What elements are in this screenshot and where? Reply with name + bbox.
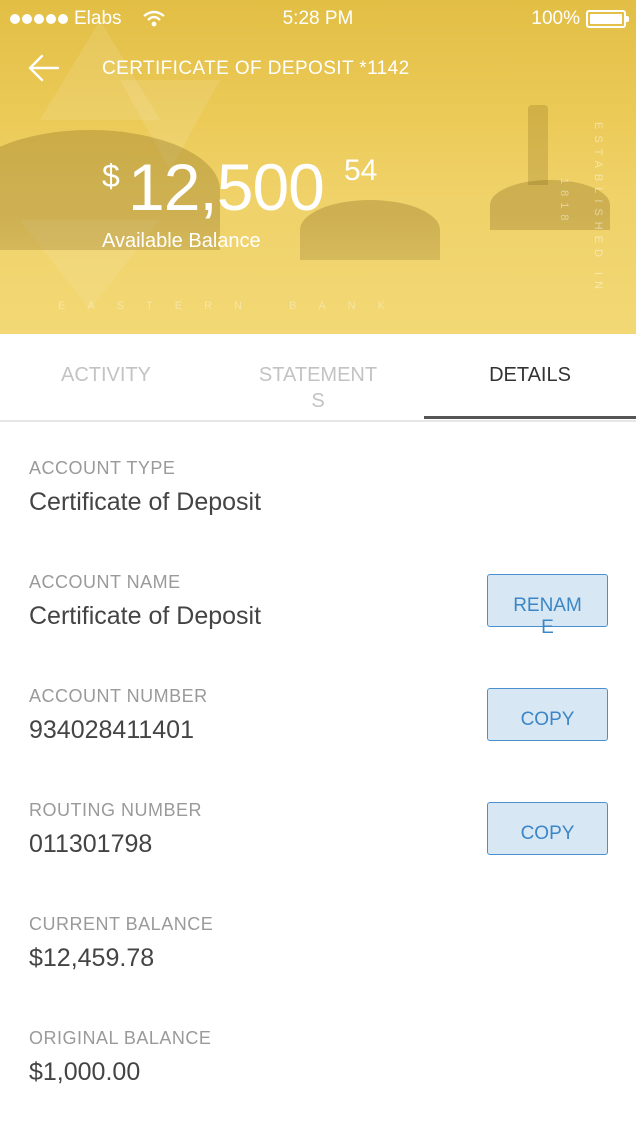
balance-label: Available Balance [102, 230, 261, 252]
detail-label: ACCOUNT NAME [29, 572, 181, 592]
account-details-list: ACCOUNT TYPE Certificate of Deposit ACCO… [0, 422, 636, 1106]
active-tab-indicator [424, 416, 636, 419]
detail-value: Certificate of Deposit [29, 488, 262, 516]
detail-row-account-type: ACCOUNT TYPE Certificate of Deposit [0, 422, 636, 536]
detail-value: Certificate of Deposit [29, 602, 262, 630]
tab-details[interactable]: DETAILS [424, 362, 636, 388]
detail-row-account-number: ACCOUNT NUMBER 934028411401 COPY [0, 650, 636, 764]
bank-watermark: EASTERN BANK [58, 300, 407, 312]
tab-activity[interactable]: ACTIVITY [0, 362, 212, 388]
rename-button-label: RENAME [513, 595, 582, 638]
detail-value: 934028411401 [29, 716, 194, 744]
copy-account-number-button[interactable]: COPY [487, 688, 608, 741]
battery-percent: 100% [531, 8, 580, 29]
detail-value: 011301798 [29, 830, 153, 858]
decor-haze [0, 214, 636, 334]
detail-row-original-balance: ORIGINAL BALANCE $1,000.00 [0, 992, 636, 1106]
balance-cents: 54 [344, 154, 378, 187]
tab-label: STATEMENTS [258, 364, 378, 412]
detail-label: CURRENT BALANCE [29, 914, 214, 934]
copy-button-label: COPY [520, 823, 575, 844]
back-arrow-icon[interactable] [26, 50, 62, 86]
established-text: ESTABLISHED IN [592, 122, 604, 296]
detail-row-account-name: ACCOUNT NAME Certificate of Deposit RENA… [0, 536, 636, 650]
established-year: 1818 [558, 178, 570, 227]
copy-button-label: COPY [520, 709, 575, 730]
detail-value: $1,000.00 [29, 1058, 141, 1086]
detail-label: ORIGINAL BALANCE [29, 1028, 212, 1048]
tab-statements[interactable]: STATEMENTS [212, 362, 424, 414]
detail-label: ROUTING NUMBER [29, 800, 202, 820]
detail-row-routing-number: ROUTING NUMBER 011301798 COPY [0, 764, 636, 878]
tab-label: ACTIVITY [60, 364, 151, 386]
detail-row-current-balance: CURRENT BALANCE $12,459.78 [0, 878, 636, 992]
rename-button[interactable]: RENAME [487, 574, 608, 638]
detail-label: ACCOUNT TYPE [29, 458, 176, 478]
copy-routing-number-button[interactable]: COPY [487, 802, 608, 855]
balance-currency: $ [102, 158, 120, 194]
detail-label: ACCOUNT NUMBER [29, 686, 208, 706]
page-title: CERTIFICATE OF DEPOSIT *1142 [102, 58, 410, 79]
tab-label: DETAILS [489, 364, 571, 386]
account-header: Elabs 5:28 PM 100% CERTIFICATE OF DEPOSI… [0, 0, 636, 334]
lighthouse-icon [528, 105, 548, 185]
detail-value: $12,459.78 [29, 944, 155, 972]
status-bar: Elabs 5:28 PM 100% [0, 0, 636, 40]
battery-icon [586, 10, 629, 28]
balance-amount: 12,500 [128, 150, 325, 224]
tab-bar: ACTIVITY STATEMENTS DETAILS [0, 334, 636, 422]
